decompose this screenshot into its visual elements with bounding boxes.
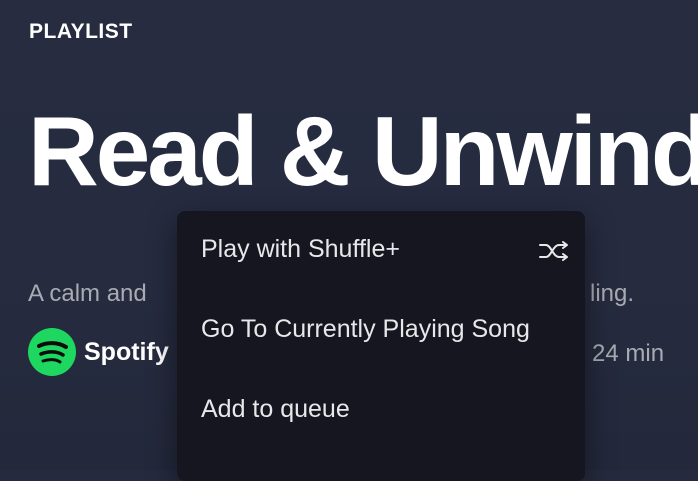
menu-item-label: Play with Shuffle+ — [201, 235, 400, 263]
menu-item-go-to-currently-playing-song[interactable]: Go To Currently Playing Song — [177, 291, 585, 369]
menu-item-add-to-queue[interactable]: Add to queue — [177, 371, 585, 449]
context-menu: Play with Shuffle+ Go To Currently Playi… — [177, 211, 585, 481]
playlist-type-label: PLAYLIST — [29, 20, 133, 43]
playlist-description-start: A calm and — [28, 280, 147, 307]
menu-item-label: Add to queue — [201, 395, 350, 423]
menu-item-play-with-shuffle-plus[interactable]: Play with Shuffle+ — [177, 211, 585, 289]
spotify-logo-icon[interactable] — [27, 327, 77, 377]
playlist-description-end: ling. — [590, 280, 635, 307]
shuffle-icon — [539, 241, 568, 261]
playlist-title: Read & Unwind — [28, 96, 698, 206]
playlist-owner-link[interactable]: Spotify — [84, 338, 169, 367]
menu-item-label: Go To Currently Playing Song — [201, 315, 530, 343]
playlist-duration: 24 min — [592, 340, 665, 367]
